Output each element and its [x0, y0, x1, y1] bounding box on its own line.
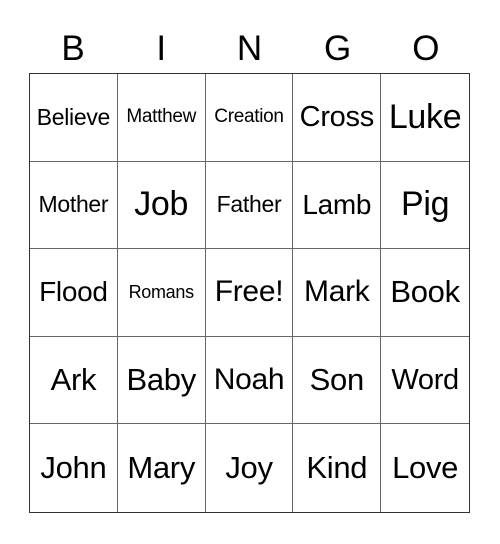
bingo-cell-label: Flood	[39, 276, 108, 308]
bingo-cell[interactable]: Ark	[30, 336, 118, 425]
bingo-cell-label: Son	[309, 362, 365, 398]
bingo-cell-label: Believe	[36, 103, 111, 130]
bingo-cell[interactable]: Son	[293, 336, 382, 425]
bingo-cell[interactable]: Mother	[30, 161, 118, 250]
bingo-cell[interactable]: John	[30, 424, 118, 512]
bingo-cell[interactable]: Cross	[293, 74, 382, 162]
bingo-cell[interactable]: Job	[117, 161, 206, 250]
bingo-cell-label: Luke	[388, 97, 462, 136]
bingo-cell-label: Mother	[38, 191, 109, 218]
bingo-cell-label: Kind	[306, 450, 368, 486]
bingo-cell-label: Romans	[128, 281, 195, 302]
bingo-cell[interactable]: Believe	[30, 74, 118, 162]
bingo-cell-label: Free!	[214, 275, 284, 309]
bingo-cell-label: Lamb	[302, 188, 372, 220]
bingo-card-grid: Believe Matthew Creation Cross Luke Mother Job…	[29, 73, 470, 513]
bingo-header: B I N G O	[29, 26, 471, 72]
header-letter-i: I	[156, 29, 167, 68]
bingo-cell-label: Mary	[127, 450, 196, 486]
bingo-cell-label: Cross	[299, 100, 375, 133]
bingo-cell-label: Baby	[126, 362, 196, 398]
bingo-cell[interactable]: Baby	[117, 336, 206, 425]
bingo-cell-label: Job	[134, 185, 189, 224]
header-letter-o: O	[412, 29, 440, 68]
bingo-cell-label: John	[40, 450, 107, 486]
bingo-cell[interactable]: Mary	[118, 424, 206, 512]
bingo-cell-label: Matthew	[126, 106, 197, 128]
bingo-cell-label: Creation	[214, 106, 284, 128]
bingo-cell[interactable]: Mark	[293, 249, 382, 337]
bingo-cell-label: Joy	[225, 450, 273, 486]
bingo-cell[interactable]: Free!	[205, 249, 294, 337]
bingo-cell[interactable]: Luke	[381, 74, 469, 162]
bingo-cell[interactable]: Noah	[205, 336, 294, 425]
bingo-cell[interactable]: Book	[381, 249, 469, 337]
header-letter-g: G	[324, 29, 352, 68]
bingo-cell[interactable]: Father	[205, 161, 294, 250]
bingo-cell-label: Mark	[304, 275, 370, 309]
bingo-cell[interactable]: Romans	[117, 249, 206, 337]
bingo-cell-label: Noah	[213, 363, 285, 397]
bingo-cell-label: Pig	[400, 185, 450, 224]
bingo-cell[interactable]: Kind	[293, 424, 382, 512]
bingo-cell-label: Father	[216, 191, 282, 218]
bingo-cell-label: Love	[392, 450, 459, 486]
bingo-cell[interactable]: Matthew	[117, 74, 206, 162]
bingo-cell-label: Book	[390, 274, 460, 310]
bingo-cell[interactable]: Lamb	[293, 161, 382, 250]
header-letter-b: B	[61, 29, 85, 68]
bingo-cell[interactable]: Creation	[205, 74, 294, 162]
bingo-cell-label: Ark	[50, 362, 97, 398]
header-letter-n: N	[236, 29, 263, 68]
bingo-cell[interactable]: Flood	[30, 249, 118, 337]
bingo-cell[interactable]: Love	[381, 424, 469, 512]
bingo-cell[interactable]: Joy	[206, 424, 294, 512]
bingo-cell[interactable]: Word	[381, 337, 469, 425]
bingo-cell-label: Word	[391, 363, 459, 396]
bingo-cell[interactable]: Pig	[381, 162, 469, 250]
